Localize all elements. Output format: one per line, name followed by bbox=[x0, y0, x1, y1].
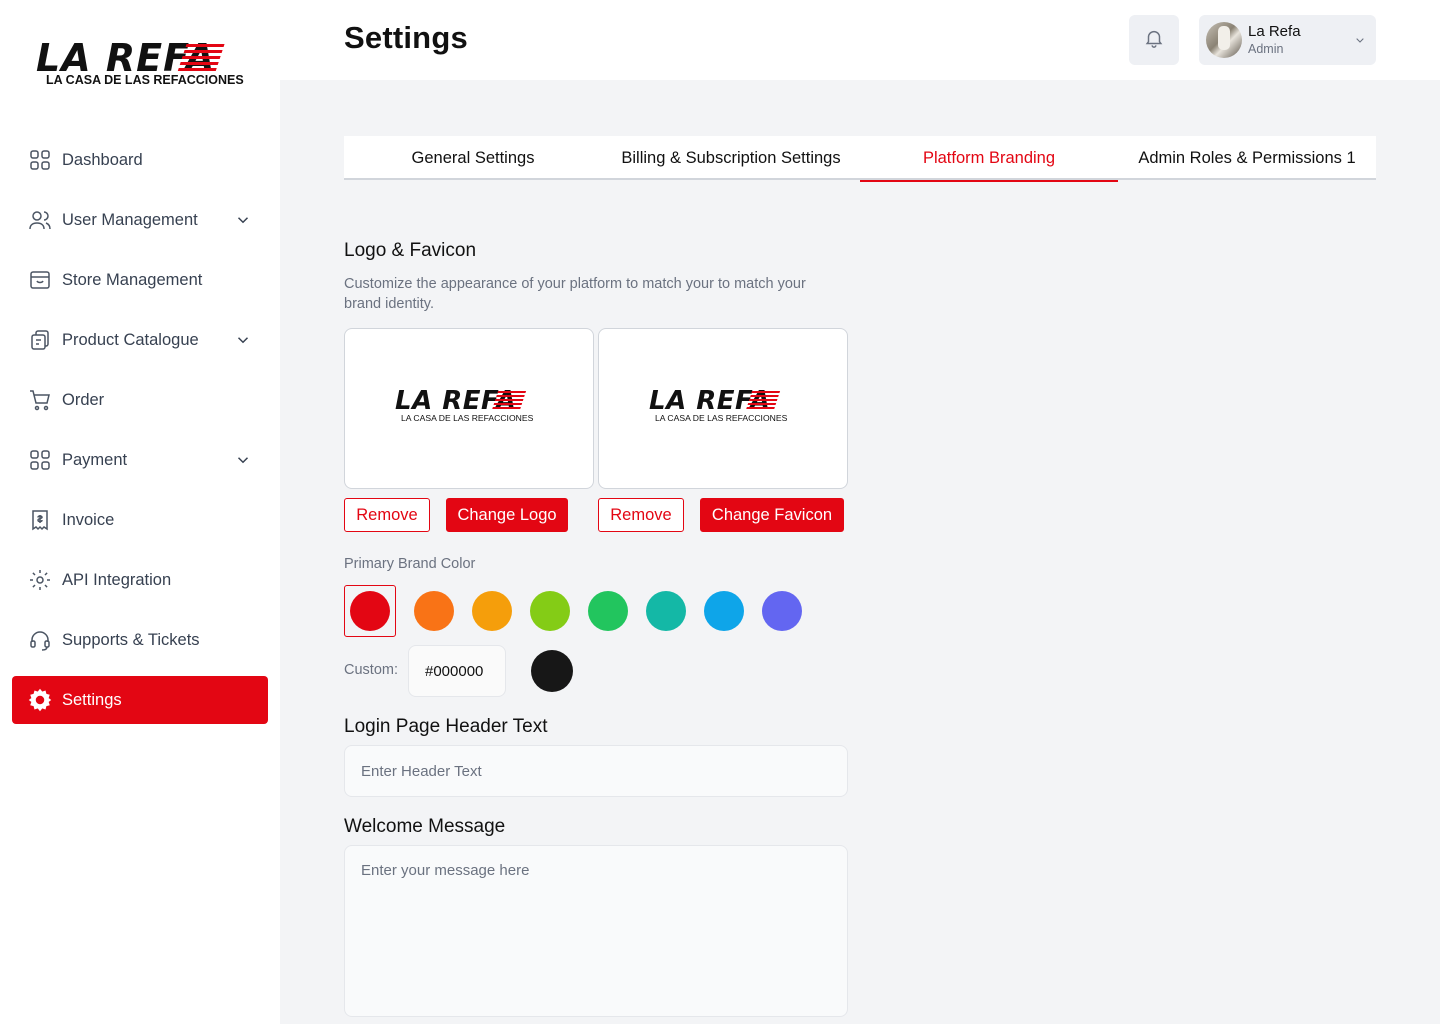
user-menu[interactable]: La Refa Admin bbox=[1199, 15, 1376, 65]
user-name: La Refa bbox=[1248, 23, 1301, 40]
sidebar-item-label: Store Management bbox=[62, 270, 203, 289]
chevron-down-icon[interactable] bbox=[234, 211, 252, 229]
tab-platform-branding[interactable]: Platform Branding bbox=[860, 136, 1118, 182]
sidebar-item-user-management[interactable]: User Management bbox=[12, 196, 268, 244]
sidebar-item-label: Invoice bbox=[62, 510, 115, 529]
sidebar: LA REFA LA CASA DE LAS REFACCIONES Dashb… bbox=[0, 0, 280, 1024]
tab-admin-roles-permissions[interactable]: Admin Roles & Permissions 1 bbox=[1118, 136, 1376, 180]
color-swatch[interactable] bbox=[646, 591, 686, 631]
bell-icon bbox=[1143, 27, 1165, 54]
sidebar-nav: Dashboard User Management Store Manageme… bbox=[12, 136, 268, 736]
avatar bbox=[1206, 22, 1242, 58]
logo-image: LA REFA LA CASA DE LAS REFACCIONES bbox=[395, 387, 545, 427]
sidebar-item-order[interactable]: Order bbox=[12, 376, 268, 424]
login-header-label: Login Page Header Text bbox=[344, 716, 548, 737]
favicon-image: LA REFA LA CASA DE LAS REFACCIONES bbox=[649, 387, 799, 427]
color-swatch[interactable] bbox=[704, 591, 744, 631]
custom-color-label: Custom: bbox=[344, 662, 398, 678]
sidebar-item-store-management[interactable]: Store Management bbox=[12, 256, 268, 304]
tab-billing-subscription[interactable]: Billing & Subscription Settings bbox=[602, 136, 860, 180]
favicon-tagline: LA CASA DE LAS REFACCIONES bbox=[655, 413, 788, 423]
sidebar-item-label: User Management bbox=[62, 210, 198, 229]
logo-tagline: LA CASA DE LAS REFACCIONES bbox=[401, 413, 534, 423]
brand-speed-stripes bbox=[177, 44, 225, 72]
color-swatch[interactable] bbox=[762, 591, 802, 631]
invoice-icon bbox=[28, 508, 52, 532]
color-swatch[interactable] bbox=[472, 591, 512, 631]
user-role: Admin bbox=[1248, 42, 1284, 56]
top-header: Settings La Refa Admin bbox=[280, 0, 1440, 80]
change-favicon-button[interactable]: Change Favicon bbox=[700, 498, 844, 532]
sidebar-item-label: API Integration bbox=[62, 570, 172, 589]
sidebar-item-product-catalogue[interactable]: Product Catalogue bbox=[12, 316, 268, 364]
users-icon bbox=[28, 208, 52, 232]
sidebar-item-label: Order bbox=[62, 390, 105, 409]
logo-speed-stripes bbox=[491, 391, 527, 410]
color-swatch[interactable] bbox=[530, 591, 570, 631]
remove-logo-button[interactable]: Remove bbox=[344, 498, 430, 532]
settings-tabs: General Settings Billing & Subscription … bbox=[344, 136, 1376, 182]
login-header-input[interactable]: Enter Header Text bbox=[344, 745, 848, 797]
sidebar-item-payment[interactable]: Payment bbox=[12, 436, 268, 484]
remove-favicon-button[interactable]: Remove bbox=[598, 498, 684, 532]
change-logo-button[interactable]: Change Logo bbox=[446, 498, 568, 532]
page-title: Settings bbox=[344, 20, 468, 55]
color-swatch[interactable] bbox=[414, 591, 454, 631]
chevron-down-icon[interactable] bbox=[234, 451, 252, 469]
favicon-speed-stripes bbox=[745, 391, 781, 410]
settings-icon bbox=[28, 688, 52, 712]
grid-icon bbox=[28, 448, 52, 472]
tab-general-settings[interactable]: General Settings bbox=[344, 136, 602, 180]
gear-cog-icon bbox=[28, 568, 52, 592]
sidebar-item-supports-tickets[interactable]: Supports & Tickets bbox=[12, 616, 268, 664]
welcome-message-textarea[interactable]: Enter your message here bbox=[344, 845, 848, 1017]
custom-color-preview[interactable] bbox=[531, 650, 573, 692]
chevron-down-icon[interactable] bbox=[234, 331, 252, 349]
sidebar-item-invoice[interactable]: Invoice bbox=[12, 496, 268, 544]
sidebar-item-api-integration[interactable]: API Integration bbox=[12, 556, 268, 604]
color-swatch[interactable] bbox=[350, 591, 390, 631]
sidebar-item-settings[interactable]: Settings bbox=[12, 676, 268, 724]
logo-preview: LA REFA LA CASA DE LAS REFACCIONES bbox=[344, 328, 594, 489]
brand-tagline: LA CASA DE LAS REFACCIONES bbox=[46, 73, 244, 87]
favicon-preview: LA REFA LA CASA DE LAS REFACCIONES bbox=[598, 328, 848, 489]
grid-icon bbox=[28, 148, 52, 172]
sidebar-item-label: Product Catalogue bbox=[62, 330, 199, 349]
chevron-down-icon bbox=[1352, 32, 1368, 48]
sidebar-item-dashboard[interactable]: Dashboard bbox=[12, 136, 268, 184]
notifications-button[interactable] bbox=[1129, 15, 1179, 65]
sidebar-item-label: Supports & Tickets bbox=[62, 630, 200, 649]
store-icon bbox=[28, 268, 52, 292]
welcome-message-label: Welcome Message bbox=[344, 816, 506, 837]
cart-icon bbox=[28, 388, 52, 412]
headset-icon bbox=[28, 628, 52, 652]
sidebar-item-label: Settings bbox=[62, 690, 122, 709]
section-title: Logo & Favicon bbox=[344, 240, 477, 261]
custom-color-input[interactable]: #000000 bbox=[408, 645, 506, 697]
color-swatch[interactable] bbox=[588, 591, 628, 631]
primary-color-label: Primary Brand Color bbox=[344, 556, 476, 572]
catalogue-icon bbox=[28, 328, 52, 352]
sidebar-item-label: Payment bbox=[62, 450, 128, 469]
sidebar-item-label: Dashboard bbox=[62, 150, 143, 169]
brand-logo[interactable]: LA REFA LA CASA DE LAS REFACCIONES bbox=[36, 38, 244, 90]
section-description: Customize the appearance of your platfor… bbox=[344, 276, 806, 312]
